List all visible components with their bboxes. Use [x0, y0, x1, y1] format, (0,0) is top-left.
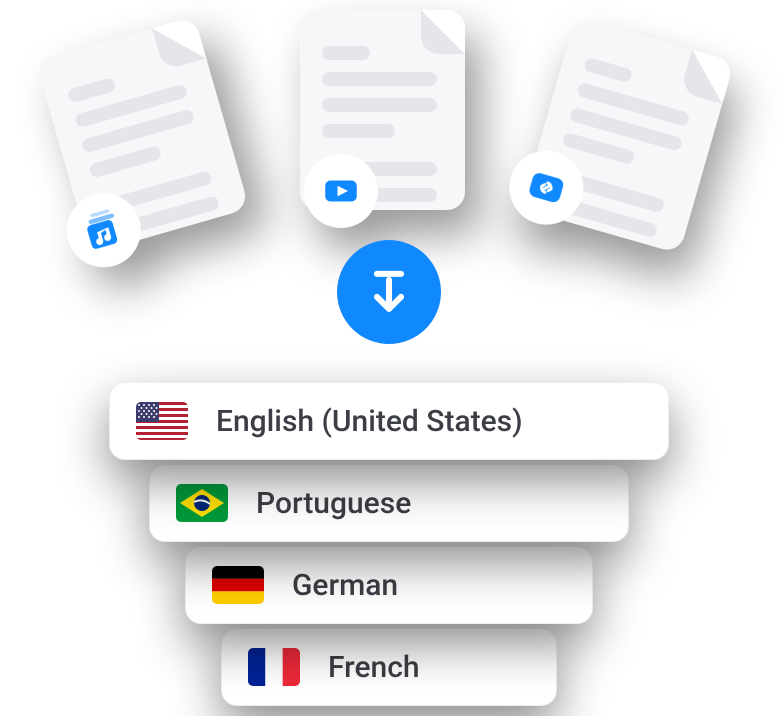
flag-us-icon — [136, 402, 188, 440]
language-label: French — [328, 650, 420, 685]
video-icon — [304, 154, 378, 228]
flag-fr-icon — [248, 648, 300, 686]
document-audio — [36, 16, 250, 254]
source-documents-row — [0, 10, 778, 270]
language-option-french[interactable]: French — [221, 628, 557, 706]
language-option-english-us[interactable]: English (United States) — [109, 382, 669, 460]
language-label: German — [292, 568, 398, 603]
document-video — [300, 10, 465, 210]
flag-de-icon — [212, 566, 264, 604]
language-label: English (United States) — [216, 404, 523, 439]
document-link — [521, 16, 735, 254]
language-list: English (United States) Portuguese Germa… — [0, 382, 778, 710]
page-fold-icon — [421, 10, 465, 54]
download-icon — [337, 240, 441, 344]
language-option-german[interactable]: German — [185, 546, 593, 624]
language-label: Portuguese — [256, 486, 411, 521]
language-option-portuguese[interactable]: Portuguese — [149, 464, 629, 542]
flag-br-icon — [176, 484, 228, 522]
